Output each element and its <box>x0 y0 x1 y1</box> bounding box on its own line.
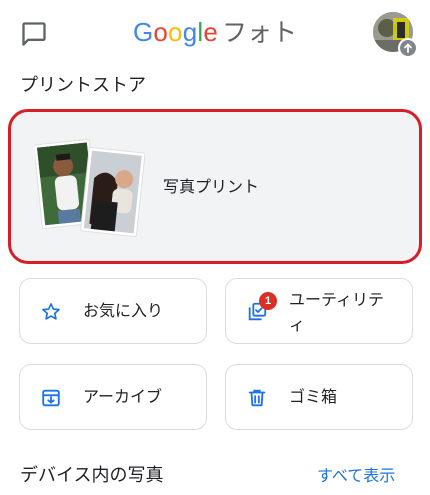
archive-icon <box>42 389 60 407</box>
photo-prints-thumbnail <box>33 136 146 240</box>
top-app-bar: Google フォト <box>0 0 430 64</box>
upload-arrow-icon <box>404 43 412 53</box>
app-logo: Google フォト <box>0 14 430 51</box>
product-name: フォト <box>222 18 298 47</box>
notification-badge: 1 <box>259 292 277 310</box>
favorites-label: お気に入り <box>83 301 164 320</box>
photo-prints-label: 写真プリント <box>163 177 260 196</box>
archive-button[interactable]: アーカイブ <box>19 364 207 430</box>
trash-button[interactable]: ゴミ箱 <box>225 364 413 430</box>
trash-label: ゴミ箱 <box>289 387 338 406</box>
print-store-title: プリントストア <box>20 75 146 96</box>
device-photos-title: デバイス内の写真 <box>20 465 164 486</box>
google-wordmark: Google <box>132 17 219 47</box>
utilities-label: ユーティリティ <box>289 290 385 334</box>
backup-status-badge <box>398 38 418 58</box>
utilities-button[interactable]: 1 ユーティリティ <box>225 278 413 344</box>
trash-icon <box>248 389 266 407</box>
favorites-button[interactable]: お気に入り <box>19 278 207 344</box>
stacked-photos-image <box>33 138 146 237</box>
archive-label: アーカイブ <box>83 387 163 406</box>
photo-prints-card[interactable]: 写真プリント <box>8 109 422 264</box>
see-all-link[interactable]: すべて表示 <box>317 464 395 488</box>
star-outline-icon <box>42 303 60 320</box>
